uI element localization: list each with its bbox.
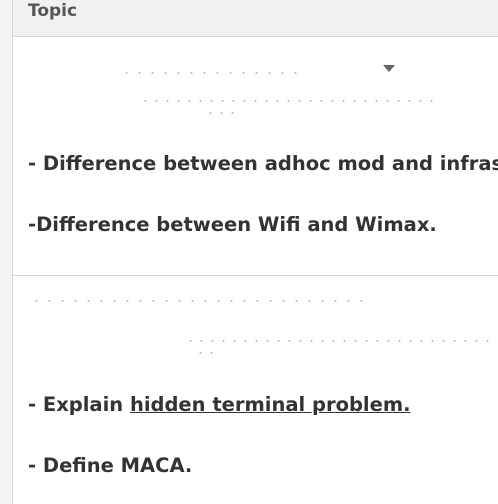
topic-header-label: Topic xyxy=(28,1,78,21)
topic-item: - Explain hidden terminal problem. xyxy=(28,393,411,416)
faded-text-row xyxy=(195,352,215,354)
faded-link-row[interactable] xyxy=(120,72,300,74)
topic-item: - Define MACA. xyxy=(28,454,193,477)
topic-panel: Topic - Difference between adhoc mod and… xyxy=(0,0,498,504)
faded-text-row xyxy=(140,100,440,102)
left-border-strip xyxy=(0,0,13,504)
item-prefix: - Explain xyxy=(28,393,130,416)
topic-item: -Difference between Wifi and Wimax. xyxy=(28,213,437,236)
faded-link-row[interactable] xyxy=(30,300,370,302)
topic-item: - Difference between adhoc mod and infra… xyxy=(28,152,498,175)
section-divider xyxy=(13,275,498,276)
hidden-terminal-problem-link[interactable]: hidden terminal problem. xyxy=(130,393,411,416)
topic-column-header: Topic xyxy=(13,0,498,37)
faded-text-row xyxy=(205,112,235,114)
faded-text-row xyxy=(185,340,495,342)
chevron-down-icon[interactable] xyxy=(383,65,395,72)
